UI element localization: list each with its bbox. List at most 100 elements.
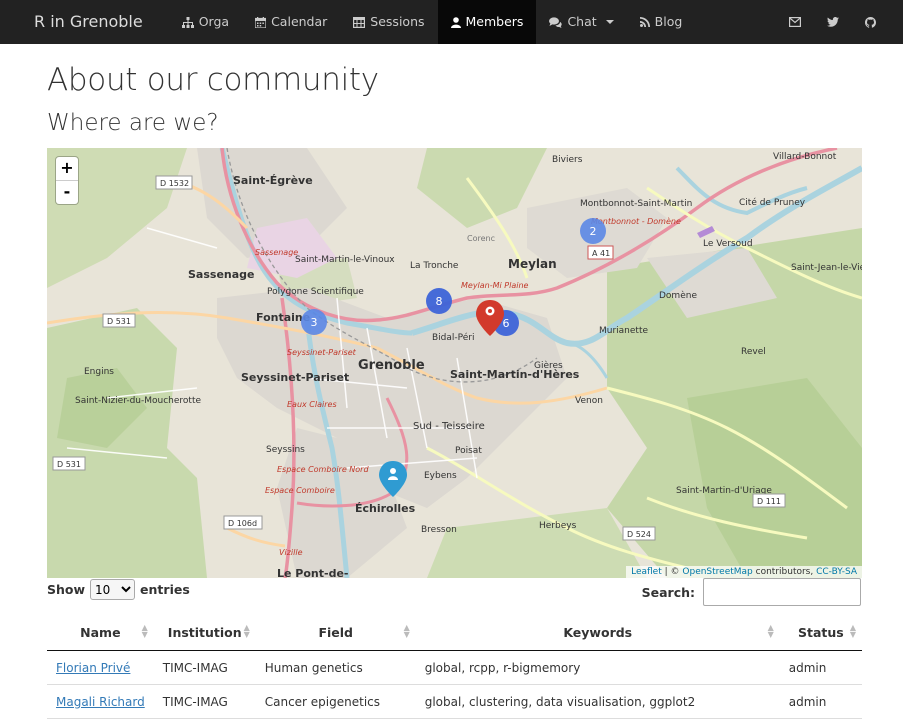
place-label: Eybens	[424, 471, 457, 481]
svg-text:2: 2	[590, 225, 597, 238]
place-label: Venon	[575, 396, 603, 406]
field-cell: Human genetics	[255, 650, 416, 685]
table-row: Florian Privé TIMC-IMAG Human genetics g…	[47, 650, 862, 685]
zoom-out-button[interactable]: -	[56, 180, 78, 204]
column-header-status[interactable]: Status ▲ ▼	[779, 614, 862, 651]
place-label: Poisat	[455, 446, 482, 456]
nav-chat-label: Chat	[567, 14, 597, 29]
road-shield: D 1532	[155, 175, 193, 190]
status-cell: admin	[779, 650, 862, 685]
member-name-link[interactable]: Magali Richard	[56, 695, 145, 709]
search-input[interactable]	[703, 578, 861, 606]
place-label: Seyssinet-Pariset	[241, 371, 349, 384]
svg-text:D 531: D 531	[57, 460, 81, 469]
nav-orga[interactable]: Orga	[169, 0, 242, 44]
attribution-separator: | ©	[661, 567, 683, 577]
keywords-cell: global, clustering, data visualisation, …	[415, 684, 780, 719]
place-label: Saint-Martin-le-Vinoux	[295, 255, 395, 265]
place-label: Saint-Jean-le-Vieux	[791, 263, 862, 273]
place-label: Revel	[741, 347, 766, 357]
nav-blog-label: Blog	[654, 14, 683, 29]
place-label: Espace Comboire Nord	[277, 465, 369, 474]
calendar-icon	[255, 16, 267, 28]
nav-chat-dropdown[interactable]: Chat	[536, 0, 626, 44]
osm-link[interactable]: OpenStreetMap	[682, 567, 752, 577]
place-label: Montbonnot-Saint-Martin	[580, 199, 692, 209]
place-label: Espace Comboire	[265, 486, 335, 495]
place-label: Échirolles	[355, 502, 416, 515]
place-label: Montbonnot - Domène	[591, 216, 681, 226]
table-header-row: Name ▲ ▼ Institution ▲ ▼ Field ▲ ▼ Keywords ▲ ▼ …	[47, 614, 862, 651]
road-shield: D 531	[102, 313, 136, 328]
place-label: Gières	[534, 360, 563, 371]
place-label: Vizille	[279, 548, 303, 557]
entries-select[interactable]: 10	[90, 579, 136, 600]
place-label: La Tronche	[410, 261, 459, 271]
place-label: Seyssinet-Pariset	[287, 348, 357, 357]
svg-text:D 524: D 524	[627, 530, 651, 539]
place-label: Meylan-Mi Plaine	[461, 281, 529, 290]
nav-orga-label: Orga	[198, 14, 230, 29]
place-label: Le Pont-de-	[277, 567, 348, 578]
table-icon	[353, 16, 366, 28]
place-label: Domène	[659, 290, 697, 301]
place-label: Murianette	[599, 326, 648, 336]
nav-members[interactable]: Members	[437, 0, 537, 44]
brand-link[interactable]: R in Grenoble	[0, 0, 169, 44]
nav-sessions[interactable]: Sessions	[340, 0, 437, 44]
svg-text:D 106d: D 106d	[228, 519, 257, 528]
column-header-name[interactable]: Name ▲ ▼	[47, 614, 154, 651]
map-tiles: Saint-Égrève Biviers Montbonnot-Saint-Ma…	[47, 148, 862, 578]
place-label: Le Versoud	[703, 239, 753, 249]
github-icon	[865, 16, 876, 28]
navbar: R in Grenoble Orga Calendar Sessions Mem…	[0, 0, 903, 44]
twitter-link[interactable]	[814, 0, 852, 44]
sort-icon: ▲ ▼	[403, 623, 410, 639]
search-label: Search:	[641, 584, 695, 600]
place-label: Eaux Claires	[287, 400, 337, 409]
cluster-marker[interactable]: 3	[301, 309, 327, 335]
rss-icon	[639, 17, 650, 27]
entries-label: entries	[140, 582, 190, 597]
road-shield: A 41	[587, 245, 614, 260]
nav-calendar[interactable]: Calendar	[242, 0, 340, 44]
github-link[interactable]	[852, 0, 889, 44]
zoom-in-button[interactable]: +	[56, 157, 78, 180]
map-section-title: Where are we?	[47, 110, 219, 136]
nav-blog[interactable]: Blog	[627, 0, 696, 44]
status-cell: admin	[779, 684, 862, 719]
email-link[interactable]	[776, 0, 814, 44]
leaflet-link[interactable]: Leaflet	[631, 567, 662, 577]
column-header-keywords[interactable]: Keywords ▲ ▼	[415, 614, 780, 651]
twitter-icon	[827, 17, 839, 27]
place-label: Sassenage	[255, 248, 298, 257]
column-header-institution[interactable]: Institution ▲ ▼	[153, 614, 256, 651]
place-label: Sud - Teisseire	[413, 421, 485, 432]
column-header-field[interactable]: Field ▲ ▼	[255, 614, 416, 651]
nav-members-label: Members	[465, 14, 524, 29]
nav-calendar-label: Calendar	[271, 14, 328, 29]
cluster-marker[interactable]: 8	[426, 288, 452, 314]
user-icon	[450, 16, 461, 28]
zoom-control: + -	[56, 157, 78, 204]
place-label: Biviers	[552, 155, 583, 165]
place-label: Engins	[84, 367, 114, 377]
field-cell: Cancer epigenetics	[255, 684, 416, 719]
show-label: Show	[47, 582, 86, 597]
place-label: Bresson	[421, 525, 457, 535]
license-link[interactable]: CC-BY-SA	[816, 567, 857, 577]
member-name-link[interactable]: Florian Privé	[56, 661, 130, 675]
page-title: About our community	[47, 62, 379, 98]
entries-length-control: Show 10 entries	[47, 579, 190, 600]
institution-cell: TIMC-IMAG	[153, 684, 256, 719]
place-label: Villard-Bonnot	[773, 152, 837, 162]
svg-text:D 111: D 111	[757, 497, 781, 506]
cluster-marker[interactable]: 2	[580, 218, 606, 244]
svg-text:D 531: D 531	[107, 317, 131, 326]
sitemap-icon	[181, 16, 194, 28]
members-map[interactable]: Saint-Égrève Biviers Montbonnot-Saint-Ma…	[47, 148, 862, 578]
comments-icon	[549, 16, 563, 28]
place-label: Sassenage	[188, 268, 255, 281]
svg-text:D 1532: D 1532	[160, 179, 189, 188]
road-shield: D 524	[622, 526, 656, 541]
